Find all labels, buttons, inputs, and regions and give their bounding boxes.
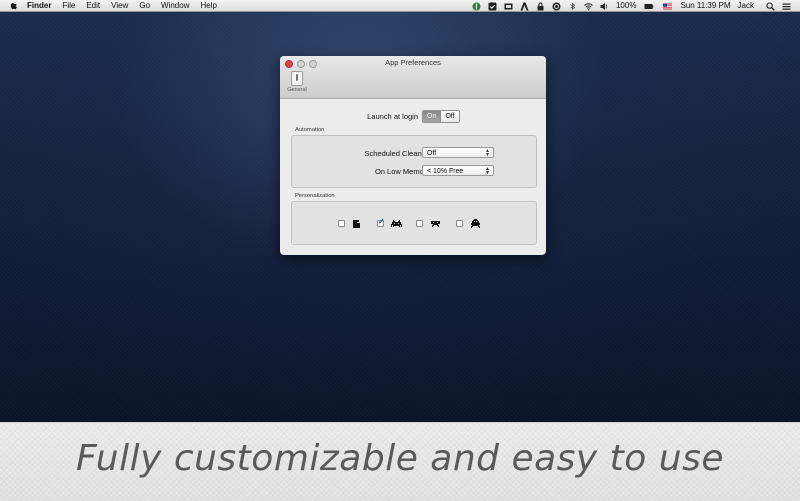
volume-icon[interactable] bbox=[600, 2, 609, 11]
window-title: App Preferences bbox=[385, 58, 441, 67]
lock-icon[interactable] bbox=[536, 2, 545, 11]
launch-off-option[interactable]: Off bbox=[441, 111, 459, 122]
select-arrows-icon: ▲ ▼ bbox=[485, 166, 490, 176]
sync-icon[interactable] bbox=[552, 2, 561, 11]
wifi-icon[interactable] bbox=[584, 2, 593, 11]
switch-icon bbox=[291, 71, 303, 86]
personalization-section-label: Personalization bbox=[295, 193, 335, 199]
invader-icon bbox=[391, 220, 402, 227]
list-icon[interactable] bbox=[782, 2, 791, 11]
bluetooth-icon[interactable] bbox=[568, 2, 577, 11]
menu-file[interactable]: File bbox=[62, 0, 75, 12]
preferences-window: App Preferences General Launch at login … bbox=[280, 56, 546, 255]
launch-on-option[interactable]: On bbox=[423, 111, 441, 122]
app-status-icon[interactable] bbox=[472, 2, 481, 11]
caption-text: Fully customizable and easy to use bbox=[76, 438, 724, 479]
toolbar-tab-general[interactable]: General bbox=[286, 71, 308, 93]
pacman-icon bbox=[353, 220, 360, 228]
invader-checkbox[interactable]: ✓ bbox=[377, 217, 385, 227]
menu-go[interactable]: Go bbox=[139, 0, 150, 12]
menubar-user[interactable]: Jack bbox=[738, 0, 754, 12]
squid-checkbox[interactable] bbox=[456, 220, 463, 227]
scheduled-cleanup-select[interactable]: Off ▲ ▼ bbox=[422, 147, 494, 158]
rectangle-icon[interactable] bbox=[504, 2, 513, 11]
ufo-icon bbox=[431, 221, 440, 227]
select-arrows-icon: ▲ ▼ bbox=[485, 148, 490, 158]
launch-at-login-label: Launch at login bbox=[367, 112, 418, 121]
checkmark-icon: ✓ bbox=[378, 217, 385, 226]
toolbar-tab-label: General bbox=[287, 87, 307, 93]
menubar-clock[interactable]: Sun 11:39 PM bbox=[680, 0, 730, 12]
menu-finder[interactable]: Finder bbox=[27, 0, 51, 12]
pacman-checkbox[interactable] bbox=[338, 220, 345, 227]
automation-section-label: Automation bbox=[295, 127, 325, 133]
menu-bar: Finder File Edit View Go Window Help 100… bbox=[0, 0, 800, 12]
menu-view[interactable]: View bbox=[111, 0, 128, 12]
low-memory-row: On Low Memory < 10% Free ▲ ▼ bbox=[292, 165, 536, 177]
battery-percentage: 100% bbox=[615, 1, 637, 10]
status-tray: 100% Sun 11:39 PM Jack bbox=[472, 0, 800, 12]
launch-at-login-toggle[interactable]: On Off bbox=[422, 110, 460, 123]
battery-icon[interactable] bbox=[643, 2, 655, 11]
caption-banner: Fully customizable and easy to use bbox=[0, 422, 800, 501]
scheduled-cleanup-row: Scheduled Cleanup Off ▲ ▼ bbox=[292, 147, 536, 159]
menu-help[interactable]: Help bbox=[200, 0, 216, 12]
personalization-group: ✓ bbox=[291, 201, 537, 245]
squid-icon bbox=[471, 219, 480, 228]
ufo-checkbox[interactable] bbox=[416, 220, 423, 227]
menu-window[interactable]: Window bbox=[161, 0, 189, 12]
low-memory-select[interactable]: < 10% Free ▲ ▼ bbox=[422, 165, 494, 176]
shield-check-icon[interactable] bbox=[488, 2, 497, 11]
us-flag-icon[interactable] bbox=[662, 2, 673, 11]
window-titlebar[interactable]: App Preferences General bbox=[280, 56, 546, 99]
menubar-icon-options: ✓ bbox=[292, 218, 536, 230]
search-icon[interactable] bbox=[766, 1, 775, 11]
launch-at-login-row: Launch at login On Off bbox=[280, 110, 546, 123]
low-memory-value: < 10% Free bbox=[427, 168, 464, 175]
menu-edit[interactable]: Edit bbox=[86, 0, 100, 12]
adobe-icon[interactable] bbox=[520, 2, 529, 11]
scheduled-cleanup-label: Scheduled Cleanup bbox=[364, 149, 430, 158]
automation-group: Scheduled Cleanup Off ▲ ▼ On Low Memory <… bbox=[291, 135, 537, 188]
scheduled-cleanup-value: Off bbox=[427, 150, 437, 157]
apple-icon[interactable] bbox=[9, 1, 19, 11]
